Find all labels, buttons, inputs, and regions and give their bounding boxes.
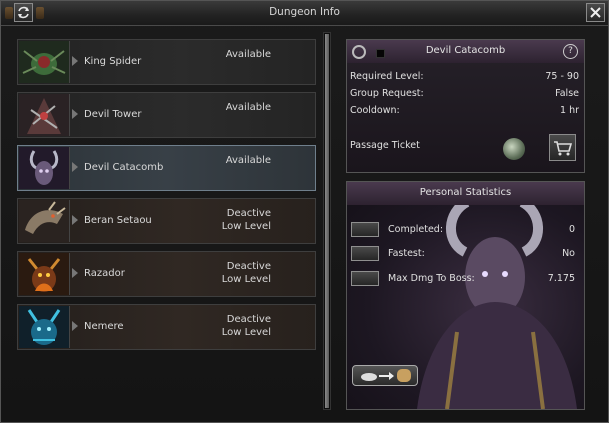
dungeon-name: Devil Tower [84, 109, 142, 120]
ice-demon-portrait-icon [19, 306, 70, 348]
row-arrow-icon [72, 162, 78, 172]
dungeon-row-razador[interactable]: Razador Deactive Low Level [17, 251, 316, 297]
dungeon-name: Beran Setaou [84, 215, 152, 226]
crown-icon [351, 222, 379, 237]
row-arrow-icon [72, 109, 78, 119]
dungeon-status: Deactive Low Level [221, 208, 271, 232]
spider-portrait-icon [19, 41, 70, 83]
dungeon-row-devil-catacomb[interactable]: Devil Catacomb Available [17, 145, 316, 191]
stat-row-fastest: Fastest: No [351, 246, 579, 263]
dragon-portrait-icon [19, 200, 70, 242]
dungeon-name: Nemere [84, 321, 124, 332]
enter-gate-icon [361, 369, 411, 382]
dungeon-status: Available [225, 49, 271, 60]
dungeon-status: Deactive Low Level [221, 314, 271, 338]
row-arrow-icon [72, 268, 78, 278]
enter-dungeon-button[interactable] [352, 365, 418, 386]
passage-ticket-icon [503, 138, 525, 160]
statistics-title: Personal Statistics [419, 187, 512, 198]
fire-demon-portrait-icon [19, 253, 70, 295]
group-request-row: Group Request: False [350, 88, 579, 99]
dungeon-list-scrollbar[interactable] [323, 32, 331, 410]
stat-row-completed: Completed: 0 [351, 222, 579, 239]
dungeon-status: Deactive Low Level [221, 261, 271, 285]
tower-portrait-icon [19, 94, 70, 136]
dungeon-row-king-spider[interactable]: King Spider Available [17, 39, 316, 85]
detail-dungeon-name: Devil Catacomb [425, 45, 506, 56]
dungeon-status: Available [225, 155, 271, 166]
shop-cart-button[interactable] [549, 134, 576, 161]
catacomb-portrait-icon [19, 147, 70, 189]
dungeon-info-window: Dungeon Info King Spider Available Devil… [0, 0, 609, 423]
row-arrow-icon [72, 56, 78, 66]
row-arrow-icon [72, 215, 78, 225]
dungeon-name: Devil Catacomb [84, 162, 164, 173]
window-title: Dungeon Info [269, 6, 340, 18]
dungeon-row-nemere[interactable]: Nemere Deactive Low Level [17, 304, 316, 350]
personal-statistics-panel: Personal Statistics Completed: 0 Fastest:… [346, 181, 585, 410]
dungeon-detail-panel: Devil Catacomb ? Required Level: 75 - 90 … [346, 39, 585, 173]
help-button[interactable]: ? [563, 44, 578, 59]
dungeon-status: Available [225, 102, 271, 113]
row-arrow-icon [72, 321, 78, 331]
close-icon [590, 7, 601, 18]
cooldown-row: Cooldown: 1 hr [350, 105, 579, 116]
dungeon-name: King Spider [84, 56, 142, 67]
statistics-header: Personal Statistics [347, 182, 584, 205]
dungeon-name: Razador [84, 268, 125, 279]
required-level-row: Required Level: 75 - 90 [350, 71, 579, 82]
cart-icon [554, 141, 573, 156]
dungeon-row-devil-tower[interactable]: Devil Tower Available [17, 92, 316, 138]
detail-header: Devil Catacomb ? [347, 40, 584, 63]
passage-ticket-label: Passage Ticket [350, 140, 420, 151]
title-bar[interactable]: Dungeon Info [1, 1, 608, 26]
shield-icon [351, 271, 379, 286]
stat-row-max-dmg: Max Dmg To Boss: 7.175 [351, 271, 579, 288]
scrollbar-thumb[interactable] [325, 34, 329, 408]
dungeon-row-beran-setaou[interactable]: Beran Setaou Deactive Low Level [17, 198, 316, 244]
clock-icon [351, 246, 379, 261]
close-button[interactable] [586, 3, 605, 22]
dungeon-list: King Spider Available Devil Tower Availa… [14, 32, 321, 410]
